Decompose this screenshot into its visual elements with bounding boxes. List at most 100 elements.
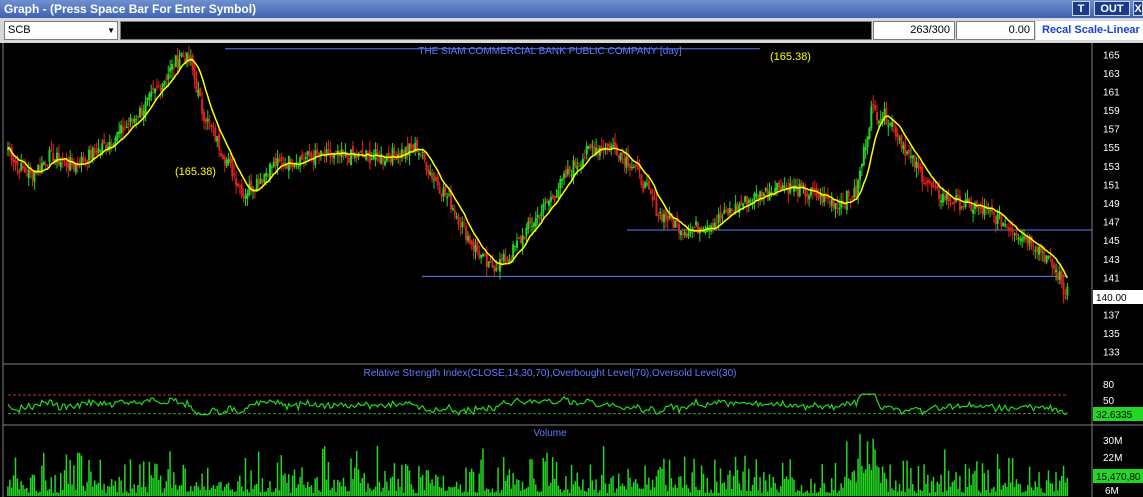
volume-bar <box>616 488 618 496</box>
candle-body <box>465 226 468 240</box>
candle-body <box>874 105 877 110</box>
volume-bar <box>642 488 644 496</box>
volume-bar <box>900 490 903 496</box>
volume-bar <box>14 457 17 496</box>
candle-body <box>879 119 882 121</box>
candle-body <box>913 155 916 168</box>
candle-body <box>498 259 501 272</box>
volume-bar <box>789 459 791 496</box>
candle-body <box>855 185 858 198</box>
volume-bar <box>161 492 164 496</box>
candle-body <box>129 117 132 123</box>
candle-body <box>774 187 777 193</box>
volume-bar <box>133 484 135 496</box>
volume-bar <box>542 457 545 496</box>
volume-bar <box>58 492 60 496</box>
candle-body <box>581 158 584 167</box>
candle-body <box>966 198 969 202</box>
volume-bar <box>563 489 565 496</box>
volume-bar <box>103 483 105 496</box>
volume-bar <box>297 484 299 496</box>
volume-bar <box>429 483 431 496</box>
candle-body <box>896 134 899 138</box>
out-button[interactable]: OUT <box>1094 1 1130 16</box>
candle-body <box>372 157 375 159</box>
volume-bar <box>896 491 899 496</box>
volume-bar <box>199 489 201 496</box>
candle-body <box>480 255 483 258</box>
candle-body <box>623 158 626 164</box>
candle-body <box>559 179 562 189</box>
candle-body <box>908 149 911 154</box>
volume-bar <box>550 482 552 496</box>
chart-canvas[interactable]: THE SIAM COMMERCIAL BANK PUBLIC COMPANY … <box>0 43 1143 497</box>
candle-body <box>191 55 194 71</box>
candle-body <box>474 245 477 253</box>
volume-bar <box>220 481 222 496</box>
last-price-label: 140.00 <box>1096 293 1127 304</box>
candle-body <box>174 55 177 68</box>
candle-body <box>218 133 221 150</box>
volume-bar <box>380 491 382 496</box>
volume-bar <box>621 483 624 496</box>
candle-body <box>891 122 894 128</box>
t-button[interactable]: T <box>1072 1 1090 16</box>
price-chart-title: THE SIAM COMMERCIAL BANK PUBLIC COMPANY … <box>418 46 681 57</box>
candle-body <box>1036 246 1039 253</box>
candle-body <box>138 107 141 118</box>
volume-bar <box>259 491 262 496</box>
candle-body <box>95 150 98 155</box>
symbol-select[interactable]: SCB ▼ <box>4 21 118 40</box>
candle-body <box>429 171 432 176</box>
volume-bar <box>531 459 533 496</box>
volume-bar <box>457 488 460 496</box>
candle-body <box>216 136 219 142</box>
candle-body <box>376 152 379 155</box>
volume-tick-6m: 6M <box>1105 486 1119 497</box>
candle-body <box>747 200 750 204</box>
volume-bar <box>178 485 181 496</box>
volume-bar <box>798 490 801 496</box>
volume-bar <box>425 470 428 496</box>
candle-body <box>163 80 166 85</box>
volume-bar <box>223 487 226 496</box>
candle-body <box>227 159 230 164</box>
volume-bar <box>776 489 778 496</box>
volume-bar <box>744 455 746 496</box>
volume-bar <box>150 475 152 496</box>
volume-bar <box>666 491 669 496</box>
candle-body <box>12 159 15 163</box>
candle-body <box>1026 237 1029 246</box>
candle-body <box>199 88 202 97</box>
volume-bar <box>540 491 543 496</box>
volume-bar <box>608 483 611 496</box>
volume-bar <box>578 486 580 496</box>
volume-bar <box>76 452 79 496</box>
volume-bar <box>927 474 929 496</box>
candle-body <box>235 178 238 186</box>
candle-body <box>223 156 226 164</box>
candle-body <box>408 143 411 156</box>
volume-bar <box>879 482 882 496</box>
candle-body <box>955 195 958 202</box>
candle-body <box>713 222 716 229</box>
candle-body <box>206 118 209 122</box>
volume-bar <box>585 491 588 496</box>
candle-body <box>491 262 494 268</box>
candle-body <box>798 183 801 197</box>
candle-body <box>578 162 581 165</box>
candle-body <box>1066 286 1069 296</box>
volume-bar <box>365 491 367 496</box>
volume-bar <box>391 476 394 496</box>
candle-body <box>938 189 941 200</box>
chevron-down-icon[interactable]: ▼ <box>107 22 115 39</box>
volume-bar <box>1023 491 1025 496</box>
recal-scale-button[interactable]: Recal Scale-Linear <box>1036 21 1143 40</box>
close-button[interactable]: X <box>1133 1 1143 16</box>
volume-bar <box>205 489 207 496</box>
volume-bar <box>348 490 350 496</box>
volume-bar <box>678 476 680 496</box>
volume-bar <box>961 491 963 496</box>
volume-bar <box>27 492 30 496</box>
candle-body <box>42 162 45 165</box>
